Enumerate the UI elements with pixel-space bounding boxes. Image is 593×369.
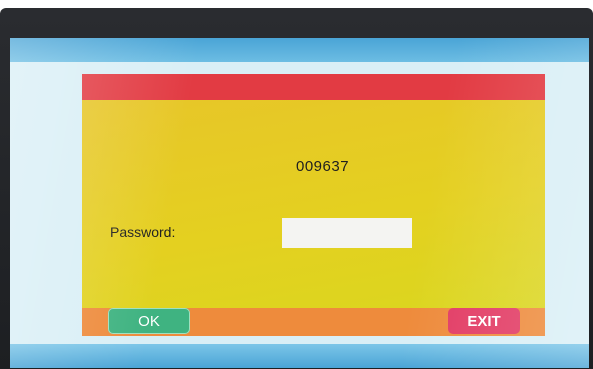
password-label: Password:	[110, 224, 176, 240]
screen-header-bar	[10, 38, 589, 62]
device-bezel: 009637 Password: OK EXIT	[0, 8, 593, 369]
dialog-title-bar	[82, 74, 545, 100]
device-screen: 009637 Password: OK EXIT	[10, 38, 589, 368]
ok-button[interactable]: OK	[108, 308, 190, 334]
screen-footer-bar	[10, 344, 589, 368]
device-photo: 009637 Password: OK EXIT	[0, 0, 593, 369]
password-input[interactable]	[282, 218, 412, 248]
dialog-footer: OK EXIT	[82, 308, 545, 336]
password-dialog: 009637 Password: OK EXIT	[82, 74, 545, 336]
exit-button[interactable]: EXIT	[448, 308, 520, 334]
device-id-text: 009637	[296, 158, 350, 175]
